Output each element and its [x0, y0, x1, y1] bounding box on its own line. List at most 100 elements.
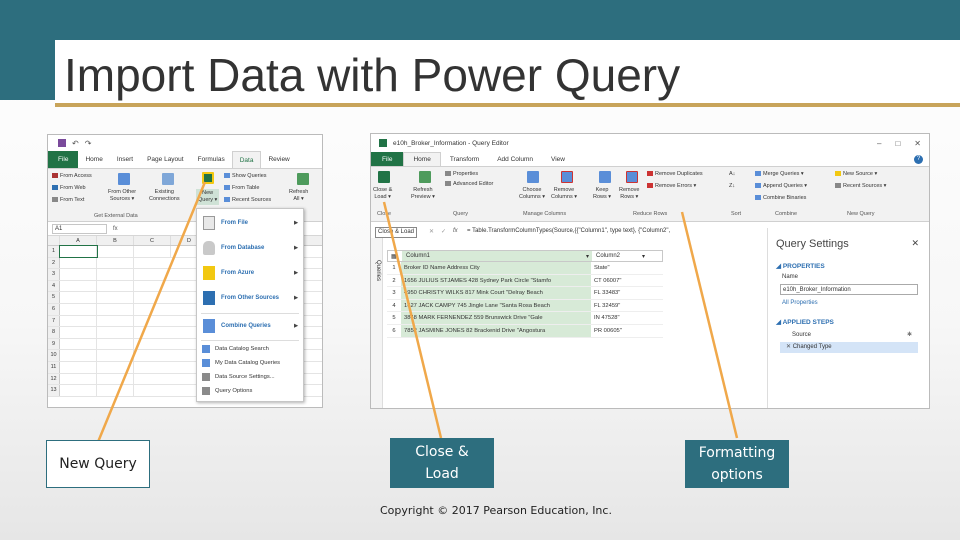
cell[interactable]: [60, 373, 97, 385]
from-other-sources-button[interactable]: From Other Sources ▾: [108, 189, 136, 203]
tab-add-column[interactable]: Add Column: [488, 152, 542, 166]
cell[interactable]: [97, 280, 134, 292]
cell-column2[interactable]: IN 47528": [591, 312, 647, 324]
menu-my-data-catalog[interactable]: My Data Catalog Queries: [197, 357, 303, 369]
tab-home[interactable]: Home: [403, 152, 441, 166]
maximize-icon[interactable]: □: [895, 139, 900, 148]
row-header[interactable]: 3: [48, 269, 60, 280]
existing-connections-button[interactable]: Existing Connections: [149, 189, 180, 203]
row-header[interactable]: 11: [48, 361, 60, 373]
from-access-button[interactable]: From Access: [52, 173, 92, 180]
cell[interactable]: [97, 292, 134, 303]
remove-columns-button[interactable]: Remove Columns ▾: [551, 187, 577, 201]
cell-column2[interactable]: FL 32459": [591, 300, 647, 312]
select-all-corner[interactable]: [48, 236, 60, 245]
cell[interactable]: [97, 327, 134, 338]
menu-combine-queries[interactable]: Combine Queries ▶: [197, 316, 303, 336]
tab-file[interactable]: File: [48, 151, 79, 168]
minimize-icon[interactable]: –: [877, 139, 881, 148]
menu-from-azure[interactable]: From Azure ▶: [197, 263, 303, 283]
cell[interactable]: [97, 303, 134, 315]
cell-column2[interactable]: CT 06007": [591, 275, 647, 287]
cell[interactable]: [97, 338, 134, 350]
filter-dropdown-icon[interactable]: ▾: [642, 253, 645, 260]
tab-data[interactable]: Data: [231, 151, 262, 168]
sort-descending-icon[interactable]: Z↓: [729, 183, 735, 190]
tab-insert[interactable]: Insert: [110, 151, 140, 168]
cell[interactable]: [97, 361, 134, 373]
merge-queries-button[interactable]: Merge Queries ▾: [755, 171, 804, 178]
remove-duplicates-button[interactable]: Remove Duplicates: [647, 171, 703, 178]
cell-column1[interactable]: 4950 CHRISTY WILKS 817 Mink Court "Delra…: [401, 287, 591, 299]
cell[interactable]: [60, 361, 97, 373]
cell[interactable]: [60, 303, 97, 315]
delete-step-icon[interactable]: ✕: [786, 344, 791, 350]
undo-icon[interactable]: ↶: [72, 139, 79, 148]
query-name-field[interactable]: e10h_Broker_Information: [780, 284, 918, 295]
cell-column1[interactable]: 3848 MARK FERNENDEZ 559 Brunswick Drive …: [401, 312, 591, 324]
properties-button[interactable]: Properties: [445, 171, 478, 178]
tab-home[interactable]: Home: [78, 151, 109, 168]
cell[interactable]: [97, 350, 134, 361]
tab-view[interactable]: View: [542, 152, 574, 166]
properties-section[interactable]: ◢ PROPERTIES: [776, 262, 825, 270]
close-load-button[interactable]: Close & Load ▾: [373, 187, 392, 201]
new-source-button[interactable]: New Source ▾: [835, 171, 877, 178]
save-icon[interactable]: [58, 139, 66, 147]
tab-page-layout[interactable]: Page Layout: [140, 151, 191, 168]
tab-review[interactable]: Review: [261, 151, 296, 168]
row-header[interactable]: 5: [48, 292, 60, 303]
choose-columns-button[interactable]: Choose Columns ▾: [519, 187, 545, 201]
menu-from-database[interactable]: From Database ▶: [197, 238, 303, 258]
row-header[interactable]: 9: [48, 338, 60, 350]
cell-column1[interactable]: Broker ID Name Address City: [401, 262, 591, 274]
cell-column1[interactable]: 1627 JACK CAMPY 745 Jingle Lane "Santa R…: [401, 299, 591, 312]
tab-transform[interactable]: Transform: [441, 152, 488, 166]
row-header[interactable]: 12: [48, 373, 60, 385]
sort-ascending-icon[interactable]: A↓: [729, 171, 735, 178]
cell[interactable]: [60, 292, 97, 303]
redo-icon[interactable]: ↷: [85, 139, 92, 148]
row-header[interactable]: 7: [48, 315, 60, 327]
table-row[interactable]: 4 1627 JACK CAMPY 745 Jingle Lane "Santa …: [387, 299, 663, 313]
row-header[interactable]: 8: [48, 327, 60, 338]
cell-column1[interactable]: 1656 JULIUS STJAMES 428 Sydney Park Circ…: [401, 274, 591, 287]
show-queries-button[interactable]: Show Queries: [224, 173, 267, 180]
remove-errors-button[interactable]: Remove Errors ▾: [647, 183, 696, 190]
row-header[interactable]: 13: [48, 385, 60, 396]
tab-file[interactable]: File: [371, 152, 404, 166]
cell[interactable]: [60, 385, 97, 396]
menu-from-file[interactable]: From File ▶: [197, 213, 303, 233]
column-header[interactable]: C: [134, 236, 171, 245]
table-row[interactable]: 1 Broker ID Name Address City State": [387, 262, 663, 275]
cell-column1[interactable]: 7852 JASMINE JONES 82 Brackenid Drive "A…: [401, 324, 591, 337]
recent-sources-button[interactable]: Recent Sources ▾: [835, 183, 886, 190]
cell[interactable]: [60, 315, 97, 327]
menu-data-catalog-search[interactable]: Data Catalog Search: [197, 343, 303, 355]
append-queries-button[interactable]: Append Queries ▾: [755, 183, 807, 190]
cell-column2[interactable]: FL 33483": [591, 287, 647, 299]
remove-rows-button[interactable]: Remove Rows ▾: [619, 187, 639, 201]
close-icon[interactable]: ✕: [911, 238, 919, 249]
gear-icon[interactable]: ✱: [907, 330, 912, 341]
menu-query-options[interactable]: Query Options: [197, 385, 303, 397]
filter-dropdown-icon[interactable]: ▾: [586, 253, 589, 260]
from-text-button[interactable]: From Text: [52, 197, 84, 204]
cell[interactable]: [97, 373, 134, 385]
menu-data-source-settings[interactable]: Data Source Settings...: [197, 371, 303, 383]
cell[interactable]: [60, 257, 97, 269]
keep-rows-button[interactable]: Keep Rows ▾: [593, 187, 611, 201]
cancel-icon[interactable]: ✕: [429, 228, 434, 235]
cell[interactable]: [97, 315, 134, 327]
from-web-button[interactable]: From Web: [52, 185, 86, 192]
row-header[interactable]: 10: [48, 350, 60, 361]
row-header[interactable]: 4: [48, 280, 60, 292]
name-box[interactable]: A1: [52, 223, 107, 234]
cell[interactable]: [60, 269, 97, 280]
cell[interactable]: [60, 327, 97, 338]
column-header[interactable]: A: [60, 236, 97, 245]
row-header[interactable]: 6: [48, 303, 60, 315]
cell[interactable]: [97, 269, 134, 280]
refresh-all-button[interactable]: Refresh All ▾: [289, 189, 308, 203]
table-menu-icon[interactable]: ▦: [388, 251, 402, 261]
